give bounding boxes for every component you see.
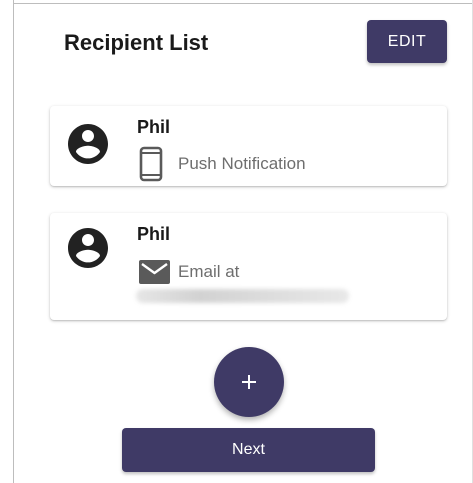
recipient-name: Phil: [137, 224, 171, 244]
account-circle-icon: [68, 228, 108, 268]
email-icon: [139, 260, 170, 284]
next-button[interactable]: Next: [122, 428, 375, 472]
smartphone-icon: [139, 146, 163, 182]
frame-edge-top: [13, 3, 473, 4]
redacted-email-address: [136, 289, 349, 303]
frame-edge-left: [13, 0, 14, 483]
page-title: Recipient List: [64, 30, 209, 55]
recipient-name: Phil: [137, 117, 171, 137]
delivery-method-label: Push Notification: [178, 154, 306, 173]
recipient-list-screen: Recipient List EDIT Phil Push Notificati…: [0, 0, 473, 483]
account-circle-icon: [68, 124, 108, 164]
edit-button[interactable]: EDIT: [367, 20, 447, 63]
delivery-method-label: Email at: [178, 262, 240, 281]
recipient-card[interactable]: Phil Email at: [50, 213, 447, 320]
plus-icon: [242, 375, 256, 389]
add-recipient-button[interactable]: [214, 347, 284, 417]
recipient-card[interactable]: Phil Push Notification: [50, 106, 447, 186]
